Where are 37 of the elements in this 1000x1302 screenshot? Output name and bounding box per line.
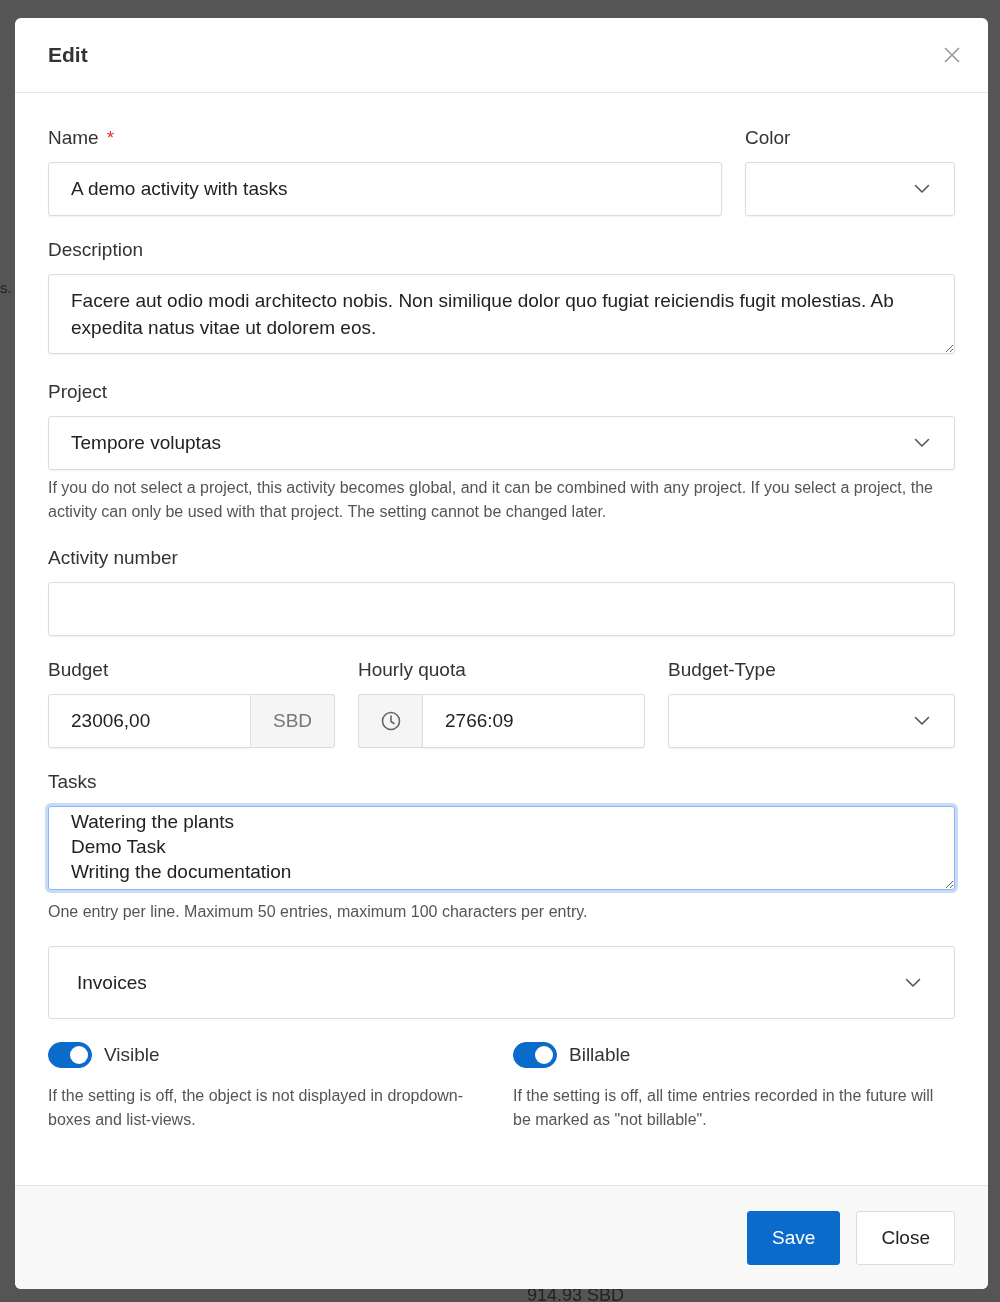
chevron-down-icon <box>905 977 921 988</box>
field-label: Name <box>48 126 99 150</box>
field-label: Color <box>745 126 791 150</box>
chevron-down-icon <box>914 716 930 726</box>
project-dropdown[interactable]: Tempore voluptas <box>48 416 955 470</box>
field-label: Tasks <box>48 770 97 794</box>
close-icon[interactable] <box>944 47 960 63</box>
tasks-field[interactable]: Watering the plants Demo Task Writing the documentation <box>48 806 955 890</box>
dialog-title: Edit <box>48 43 88 67</box>
chevron-down-icon <box>914 184 930 194</box>
currency-addon: SBD <box>251 694 335 748</box>
invoices-panel[interactable]: Invoices <box>48 946 955 1019</box>
close-button[interactable]: Close <box>856 1210 955 1265</box>
help-text: If you do not select a project, this activity becomes global, and it can be combined with any project. If you select a project, the activity can only be used with that project. The setting cannot be changed later. <box>48 478 934 522</box>
field-label: Description <box>48 238 144 262</box>
switch-label: Billable <box>569 1044 631 1066</box>
clock-icon <box>380 711 401 731</box>
save-button[interactable]: Save <box>747 1210 841 1265</box>
budget-field[interactable]: 23006,00 <box>48 694 251 748</box>
field-label: Activity number <box>48 546 178 570</box>
switch-label: Visible <box>104 1044 160 1066</box>
required-mark: * <box>106 126 115 150</box>
help-text: One entry per line. Maximum 50 entries, maximum 100 characters per entry. <box>48 902 589 922</box>
field-label: Budget-Type <box>668 658 776 682</box>
field-label: Hourly quota <box>358 658 466 682</box>
hourly-quota-field[interactable]: 2766:09 <box>422 694 645 748</box>
activity-number-field[interactable] <box>48 582 955 636</box>
chevron-down-icon <box>914 438 930 448</box>
toggle-switch[interactable] <box>513 1042 557 1068</box>
description-field[interactable]: Facere aut odio modi architecto nobis. Non similique dolor quo fugiat reiciendis fugit molestias. Ab expedita natus vitae ut dolorem eos. <box>48 274 955 354</box>
color-dropdown[interactable] <box>745 162 955 216</box>
field-label: Budget <box>48 658 109 682</box>
help-text: If the setting is off, the object is not displayed in dropdown-boxes and list-views. <box>48 1086 465 1130</box>
toggle-switch[interactable] <box>48 1042 92 1068</box>
field-label: Project <box>48 380 108 404</box>
name-field[interactable]: A demo activity with tasks <box>48 162 722 216</box>
help-text: If the setting is off, all time entries recorded in the future will be marked as "not billable". <box>513 1086 935 1130</box>
